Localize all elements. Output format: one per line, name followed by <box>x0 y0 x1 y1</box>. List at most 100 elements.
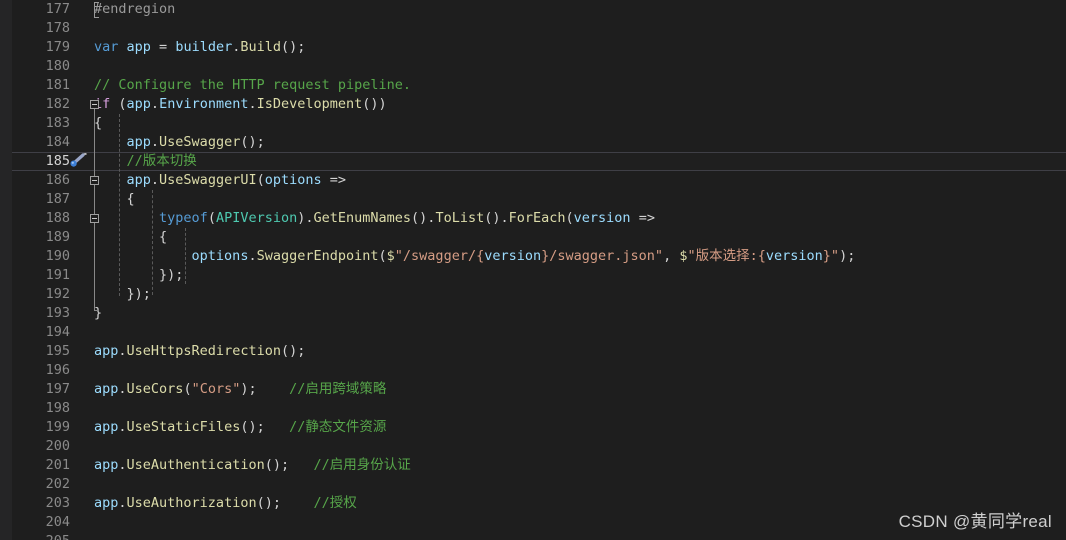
token-pun: => <box>630 210 655 226</box>
token-pun: } <box>94 305 103 321</box>
token-pun: . <box>248 248 257 264</box>
code-line-text: { <box>94 114 102 133</box>
code-line[interactable]: 193} <box>0 304 1066 323</box>
code-line-text: app.UseHttpsRedirection(); <box>94 342 305 361</box>
token-pun <box>257 381 290 397</box>
code-line[interactable]: 191 }); <box>0 266 1066 285</box>
token-pun <box>94 210 159 226</box>
token-kw: var <box>94 39 119 55</box>
token-pun: ( <box>110 96 127 112</box>
token-pun: . <box>118 457 127 473</box>
token-ident: app <box>126 39 151 55</box>
token-pun: ( <box>207 210 216 226</box>
code-editor[interactable]: 177 #endregion 178 179 var app = builder.Bui… <box>0 0 1066 540</box>
token-str: } <box>822 248 831 264</box>
token-cmt: //静态文件资源 <box>289 419 387 435</box>
token-mth: ToList <box>435 210 485 226</box>
code-line-text: }); <box>94 266 183 285</box>
code-line[interactable]: 197 app.UseCors("Cors"); //启用跨域策略 <box>0 380 1066 399</box>
token-ident: app <box>94 419 119 435</box>
code-line[interactable]: 202 <box>0 475 1066 494</box>
token-pun <box>289 457 313 473</box>
token-kw: typeof <box>159 210 208 226</box>
token-pun: ()) <box>362 96 387 112</box>
code-line-current[interactable]: 185 //版本切换 <box>0 152 1066 171</box>
token-pun: { <box>94 191 135 207</box>
token-pun: { <box>94 229 168 245</box>
token-pun: (). <box>484 210 509 226</box>
token-str: { <box>476 248 485 264</box>
token-mth: UseAuthentication <box>126 457 265 473</box>
token-str: "/swagger/ <box>394 248 477 264</box>
code-line-text: } <box>94 304 102 323</box>
code-line[interactable]: 186 app.UseSwaggerUI(options => <box>0 171 1066 190</box>
code-line-text: app.UseAuthentication(); //启用身份认证 <box>94 456 411 475</box>
code-line[interactable]: 201 app.UseAuthentication(); //启用身份认证 <box>0 456 1066 475</box>
token-ident: app <box>94 495 119 511</box>
code-line[interactable]: 190 options.SwaggerEndpoint($"/swagger/{… <box>0 247 1066 266</box>
code-line-text: { <box>94 228 167 247</box>
code-line[interactable]: 187 { <box>0 190 1066 209</box>
code-line[interactable]: 179 var app = builder.Build(); <box>0 38 1066 57</box>
token-pun: }); <box>94 267 184 283</box>
token-mth: UseCors <box>126 381 184 397</box>
code-line[interactable]: 205 <box>0 532 1066 540</box>
code-line-text: options.SwaggerEndpoint($"/swagger/{vers… <box>94 247 856 266</box>
code-line[interactable]: 183{ <box>0 114 1066 133</box>
code-line[interactable]: 180 <box>0 57 1066 76</box>
code-line[interactable]: 181// Configure the HTTP request pipelin… <box>0 76 1066 95</box>
token-mth: IsDevelopment <box>256 96 363 112</box>
token-cmt: //启用身份认证 <box>313 457 411 473</box>
token-pun: . <box>150 96 160 112</box>
token-cmt: //启用跨域策略 <box>289 381 387 397</box>
token-mth: UseHttpsRedirection <box>126 343 281 359</box>
token-cmt: //授权 <box>313 495 357 511</box>
token-ident: app <box>94 457 119 473</box>
token-pun: }); <box>94 286 151 302</box>
code-line-text: var app = builder.Build(); <box>94 38 305 57</box>
code-line-list: 177 #endregion 178 179 var app = builder.Bui… <box>0 0 1066 540</box>
code-line-text: #endregion <box>94 0 175 19</box>
token-str: " <box>830 248 840 264</box>
token-pun: (). <box>411 210 436 226</box>
token-cmt: //版本切换 <box>94 153 197 169</box>
token-mth: SwaggerEndpoint <box>256 248 379 264</box>
token-pun: . <box>118 495 127 511</box>
token-ident: Environment <box>159 96 249 112</box>
token-pun: , <box>663 248 680 264</box>
token-mth: UseSwagger <box>159 134 241 150</box>
token-ident: app <box>126 134 151 150</box>
code-line-text: // Configure the HTTP request pipeline. <box>94 76 411 95</box>
code-line[interactable]: 177 #endregion <box>0 0 1066 19</box>
code-line-text: //版本切换 <box>94 152 197 171</box>
token-pun: ). <box>297 210 314 226</box>
code-line[interactable]: 196 <box>0 361 1066 380</box>
token-pun <box>281 495 314 511</box>
token-ident: app <box>94 381 119 397</box>
code-line[interactable]: 182 if (app.Environment.IsDevelopment()) <box>0 95 1066 114</box>
code-line[interactable]: 178 <box>0 19 1066 38</box>
token-pun <box>94 134 127 150</box>
code-line[interactable]: 192 }); <box>0 285 1066 304</box>
code-line[interactable]: 198 <box>0 399 1066 418</box>
token-pun: ( <box>378 248 387 264</box>
code-line[interactable]: 194 <box>0 323 1066 342</box>
code-line[interactable]: 199 app.UseStaticFiles(); //静态文件资源 <box>0 418 1066 437</box>
token-mth: Build <box>240 39 281 55</box>
code-line-text: }); <box>94 285 151 304</box>
code-line[interactable]: 200 <box>0 437 1066 456</box>
token-pun: . <box>150 134 160 150</box>
code-line[interactable]: 189 { <box>0 228 1066 247</box>
token-ident: version <box>484 248 542 264</box>
code-line[interactable]: 184 app.UseSwagger(); <box>0 133 1066 152</box>
code-line[interactable]: 195 app.UseHttpsRedirection(); <box>0 342 1066 361</box>
token-ident: options <box>191 248 249 264</box>
token-pun: ( <box>183 381 192 397</box>
token-cmt: // Configure the HTTP request pipeline. <box>94 77 411 93</box>
token-pun: ); <box>839 248 856 264</box>
token-ctrl: if <box>94 96 111 112</box>
token-ident: app <box>94 343 119 359</box>
token-dollar: $ <box>386 248 395 264</box>
code-line[interactable]: 188 typeof(APIVersion).GetEnumNames().To… <box>0 209 1066 228</box>
token-mth: GetEnumNames <box>313 210 412 226</box>
